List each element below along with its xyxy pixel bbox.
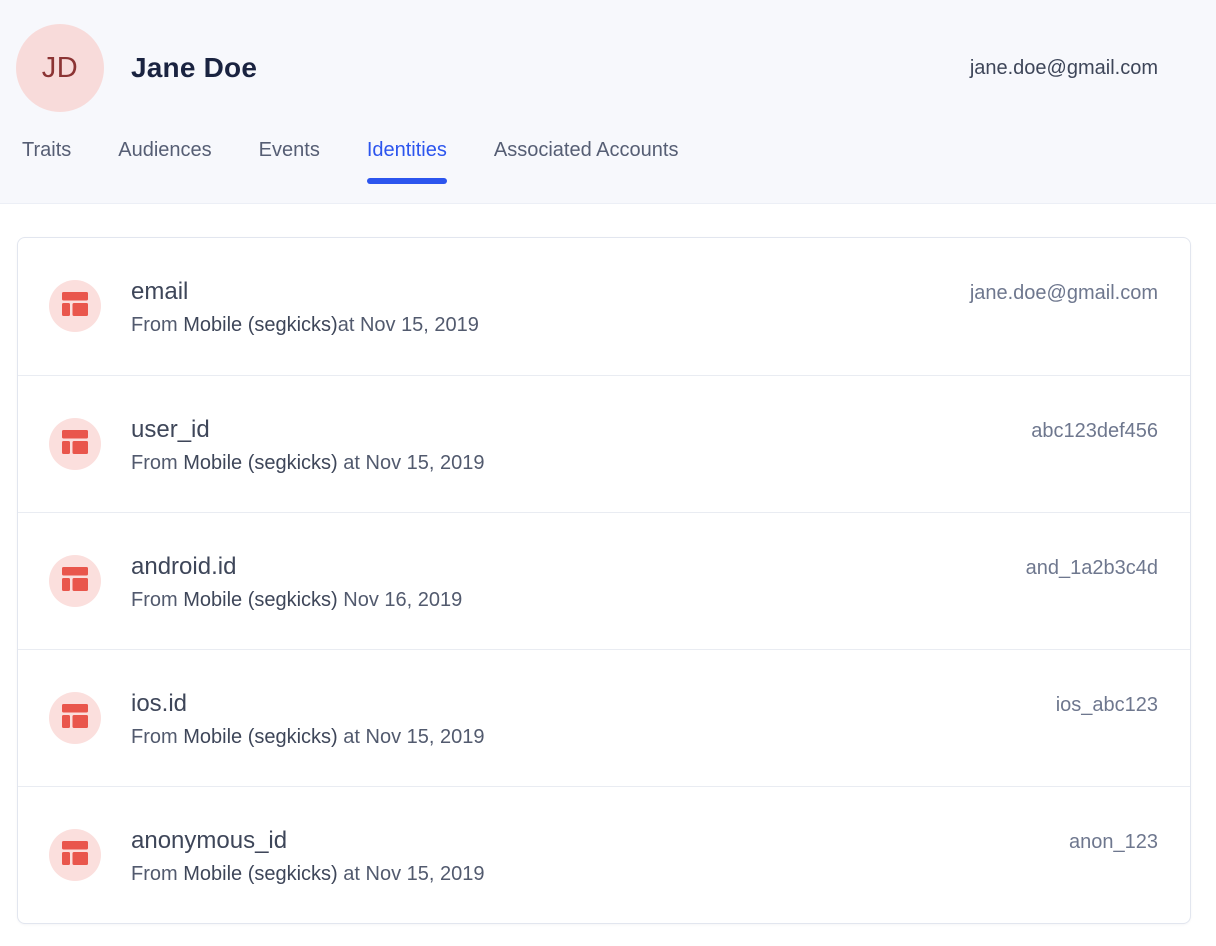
tab-traits[interactable]: Traits [22,139,71,183]
source-name: Mobile (segkicks) [183,863,337,885]
tab-audiences[interactable]: Audiences [118,139,211,183]
from-label: From [131,452,183,474]
identity-date: Nov 16, 2019 [338,589,463,611]
from-label: From [131,726,183,748]
profile-header: JD Jane Doe jane.doe@gmail.com Traits Au… [0,0,1216,204]
identity-text: anonymous_id From Mobile (segkicks) at N… [131,827,484,887]
source-icon-circle [49,280,101,332]
identity-value: abc123def456 [1031,420,1158,443]
layout-icon [62,567,88,596]
identity-source-line: From Mobile (segkicks) Nov 16, 2019 [131,587,462,613]
tab-identities[interactable]: Identities [367,139,447,183]
profile-email: jane.doe@gmail.com [970,57,1158,80]
identity-text: android.id From Mobile (segkicks) Nov 16… [131,553,462,613]
identity-name: android.id [131,553,462,581]
source-icon-circle [49,692,101,744]
layout-icon [62,292,88,321]
identity-source-line: From Mobile (segkicks) at Nov 15, 2019 [131,450,484,476]
profile-header-top: JD Jane Doe jane.doe@gmail.com [0,0,1216,112]
from-label: From [131,314,183,336]
identity-name: user_id [131,416,484,444]
identity-name: ios.id [131,690,484,718]
identity-date: at Nov 15, 2019 [338,314,479,336]
tab-bar: Traits Audiences Events Identities Assoc… [0,139,1216,183]
from-label: From [131,863,183,885]
identity-row-android-id: android.id From Mobile (segkicks) Nov 16… [18,512,1190,649]
layout-icon [62,841,88,870]
identity-name: email [131,278,479,306]
source-name: Mobile (segkicks) [183,726,337,748]
identity-value: ios_abc123 [1056,694,1158,717]
layout-icon [62,704,88,733]
source-name: Mobile (segkicks) [183,589,337,611]
identity-value: and_1a2b3c4d [1026,557,1158,580]
identity-text: email From Mobile (segkicks)at Nov 15, 2… [131,278,479,338]
source-icon-circle [49,829,101,881]
identity-source-line: From Mobile (segkicks) at Nov 15, 2019 [131,861,484,887]
identity-row-user-id: user_id From Mobile (segkicks) at Nov 15… [18,375,1190,512]
identities-card: email From Mobile (segkicks)at Nov 15, 2… [17,237,1191,924]
identity-name: anonymous_id [131,827,484,855]
tab-events[interactable]: Events [259,139,320,183]
avatar-initials: JD [42,52,78,85]
identity-value: jane.doe@gmail.com [970,282,1158,305]
identity-row-ios-id: ios.id From Mobile (segkicks) at Nov 15,… [18,649,1190,786]
identity-row-anonymous-id: anonymous_id From Mobile (segkicks) at N… [18,786,1190,923]
avatar: JD [16,24,104,112]
page-title: Jane Doe [131,52,257,84]
identity-text: ios.id From Mobile (segkicks) at Nov 15,… [131,690,484,750]
identity-date: at Nov 15, 2019 [338,726,485,748]
layout-icon [62,430,88,459]
identity-source-line: From Mobile (segkicks) at Nov 15, 2019 [131,724,484,750]
identity-row-email: email From Mobile (segkicks)at Nov 15, 2… [18,238,1190,375]
source-icon-circle [49,418,101,470]
source-icon-circle [49,555,101,607]
tab-associated-accounts[interactable]: Associated Accounts [494,139,679,183]
identity-source-line: From Mobile (segkicks)at Nov 15, 2019 [131,312,479,338]
source-name: Mobile (segkicks) [183,314,337,336]
identity-value: anon_123 [1069,831,1158,854]
identity-date: at Nov 15, 2019 [338,452,485,474]
source-name: Mobile (segkicks) [183,452,337,474]
from-label: From [131,589,183,611]
identity-date: at Nov 15, 2019 [338,863,485,885]
identity-text: user_id From Mobile (segkicks) at Nov 15… [131,416,484,476]
